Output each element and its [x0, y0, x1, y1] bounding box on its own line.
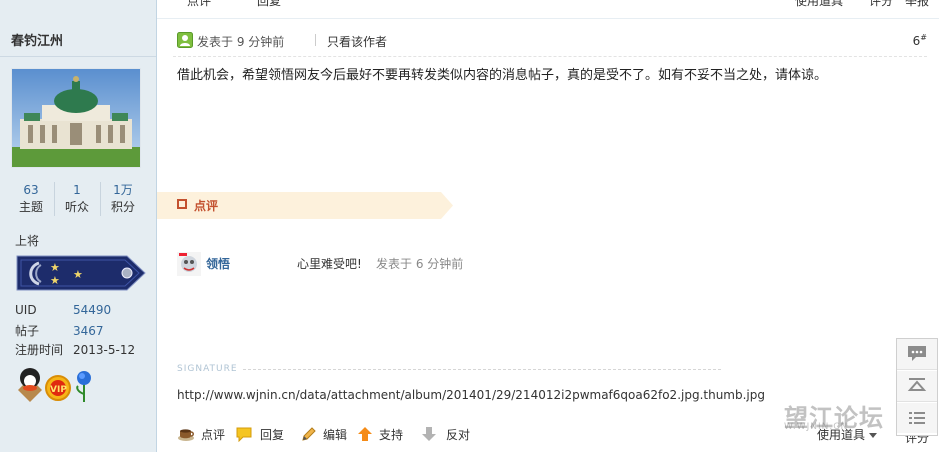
info-regdate-value: 2013-5-12: [73, 343, 136, 357]
comment-text: 心里难受吧!: [297, 257, 362, 271]
online-user-icon: [177, 32, 193, 48]
prev-report-link[interactable]: 举报: [905, 0, 929, 9]
comment-time: 发表于 6 分钟前: [376, 257, 464, 271]
dianping-title: 点评: [194, 199, 219, 213]
post-content: 借此机会，希望领悟网友今后最好不要再转发类似内容的消息帖子，真的是受不了。如有不…: [177, 68, 828, 83]
floor-number[interactable]: 6#: [913, 33, 927, 48]
medal-rose-icon: [76, 371, 91, 402]
comment-user[interactable]: 领悟: [206, 255, 230, 272]
svg-text:VIP: VIP: [50, 385, 67, 395]
coffee-cup-icon: [178, 429, 194, 441]
stat-topics-value: 63: [23, 183, 39, 197]
quick-reply-button[interactable]: [897, 339, 937, 370]
reply-button-label: 回复: [260, 428, 285, 442]
pencil-icon: [302, 427, 316, 441]
oppose-button-label: 反对: [446, 428, 471, 442]
info-posts: 帖子 3467: [15, 322, 104, 339]
prev-reply-link[interactable]: 回复: [257, 0, 281, 9]
avatar[interactable]: [11, 68, 141, 168]
medal-qq-icon: [18, 368, 42, 402]
header-divider: [173, 56, 927, 57]
prev-dianping-link[interactable]: 点评: [187, 0, 211, 9]
speech-bubble-icon: [236, 427, 252, 442]
edit-button-label: 编辑: [323, 428, 348, 442]
svg-text:★: ★: [73, 268, 83, 281]
signature-label: SIGNATURE: [177, 364, 238, 374]
stat-points[interactable]: 1万 积分: [100, 182, 146, 216]
stat-points-value: 1万: [113, 183, 133, 197]
header-separator: [315, 34, 316, 46]
author-name[interactable]: 春钓江州: [11, 30, 63, 49]
author-sidebar: 春钓江州 63 主题 1 听众 1万 积分 上将 ★ ★ ★ UID 54490…: [0, 0, 157, 452]
arrow-down-icon: [422, 427, 436, 441]
stat-points-label: 积分: [110, 200, 135, 214]
info-uid: UID 54490: [15, 303, 111, 317]
medal-vip-icon: VIP: [45, 375, 71, 401]
dianping-button-label: 点评: [201, 428, 226, 442]
info-posts-key: 帖子: [15, 324, 40, 338]
only-author-link[interactable]: 只看该作者: [327, 33, 387, 50]
info-regdate: 注册时间 2013-5-12: [15, 341, 135, 358]
sidebar-divider: [0, 56, 156, 57]
medal-list: VIP: [14, 364, 98, 407]
signature-divider: [243, 369, 721, 370]
comment-avatar[interactable]: [177, 252, 201, 276]
stat-listeners[interactable]: 1 听众: [54, 182, 101, 216]
site-watermark-sub: W.WJNIN.CN: [784, 422, 849, 432]
arrow-top-icon: [907, 378, 927, 391]
prev-rate-link[interactable]: 评分: [869, 0, 893, 9]
support-button-label: 支持: [379, 428, 404, 442]
floor-suffix: #: [920, 33, 927, 42]
author-stats: 63 主题 1 听众 1万 积分: [8, 182, 148, 216]
info-uid-value[interactable]: 54490: [73, 303, 111, 317]
prev-use-tool-link[interactable]: 使用道具: [795, 0, 843, 9]
stat-listeners-label: 听众: [64, 200, 89, 214]
chevron-down-icon: [869, 433, 877, 438]
dianping-icon: [177, 199, 187, 209]
back-to-top-button[interactable]: [897, 371, 937, 402]
rank-title: 上将: [15, 234, 40, 248]
arrow-up-icon: [358, 427, 372, 441]
previous-post-actions: 点评 回复 使用道具 评分 举报: [157, 0, 939, 19]
post-time: 发表于 9 分钟前: [197, 35, 285, 49]
comment-icon: [908, 346, 926, 361]
list-icon: [909, 412, 925, 424]
stat-topics[interactable]: 63 主题: [8, 182, 55, 216]
floating-toolbar: [896, 338, 938, 436]
svg-text:★: ★: [50, 261, 60, 274]
info-uid-key: UID: [15, 303, 37, 317]
post-main: 点评 回复 使用道具 评分 举报 发表于 9 分钟前 只看该作者 6# 借此机会…: [157, 0, 939, 452]
signature-link[interactable]: http://www.wjnin.cn/data/attachment/albu…: [177, 388, 765, 402]
svg-text:★: ★: [50, 274, 60, 287]
post-header: 发表于 9 分钟前 只看该作者 6#: [177, 30, 927, 50]
rank-badge-icon: ★ ★ ★: [15, 254, 147, 295]
stat-topics-label: 主题: [18, 200, 43, 214]
info-regdate-key: 注册时间: [15, 343, 64, 357]
return-list-button[interactable]: [897, 403, 937, 433]
info-posts-value[interactable]: 3467: [73, 324, 104, 338]
stat-listeners-value: 1: [73, 183, 81, 197]
